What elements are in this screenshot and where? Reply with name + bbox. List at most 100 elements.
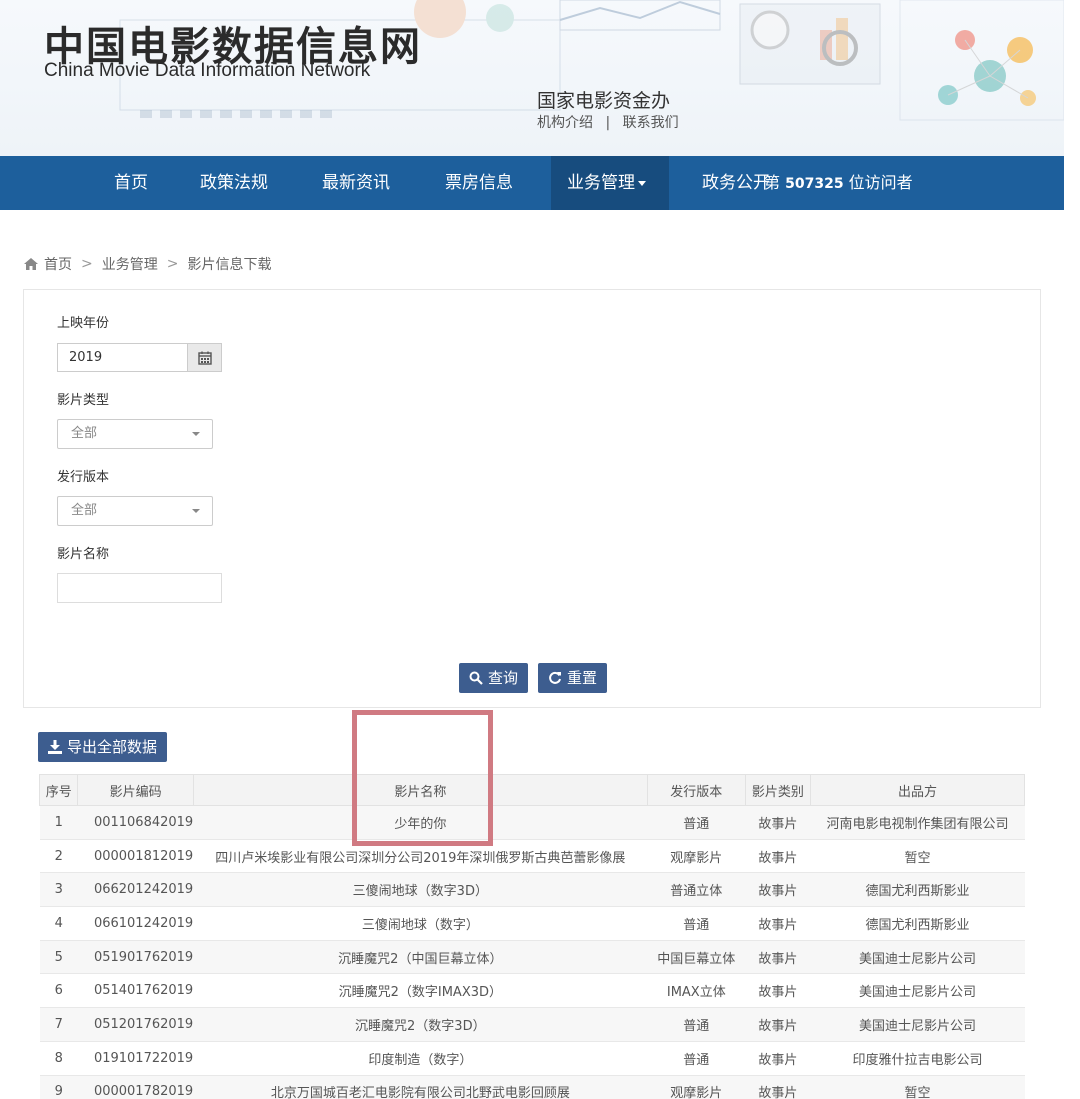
cell-version: 普通 (647, 1041, 746, 1076)
cell-version: 普通 (647, 1007, 746, 1042)
dropdown-arrow-icon (192, 432, 200, 436)
refresh-icon (549, 671, 561, 684)
cell-producer: 德国尤利西斯影业 (810, 906, 1025, 941)
reset-button-label: 重置 (567, 669, 598, 687)
export-all-button[interactable]: 导出全部数据 (38, 732, 168, 762)
cell-category: 故事片 (745, 940, 811, 975)
year-label: 上映年份 (57, 316, 110, 331)
version-select[interactable]: 全部 (57, 496, 213, 526)
cell-producer: 河南电影电视制作集团有限公司 (810, 805, 1025, 840)
cell-code: 051201762019 (77, 1007, 194, 1042)
cell-version: 观摩影片 (647, 1075, 746, 1099)
home-icon (24, 258, 38, 270)
cell-code: 000001782019 (77, 1075, 194, 1099)
cell-index: 6 (39, 973, 78, 1009)
cell-category: 故事片 (745, 1041, 811, 1076)
cell-version: 普通立体 (647, 872, 746, 908)
cell-index: 8 (39, 1041, 78, 1076)
site-logo-english[interactable]: China Movie Data Information Network (44, 60, 370, 82)
cell-category: 故事片 (745, 1007, 811, 1042)
cell-category: 故事片 (745, 906, 811, 941)
cell-version: 观摩影片 (647, 839, 746, 874)
film-name-input[interactable] (57, 573, 222, 603)
table-header-row: 序号 影片编码 影片名称 发行版本 影片类别 出品方 (38, 774, 1025, 806)
export-all-button-label: 导出全部数据 (67, 738, 158, 756)
table-row: 5 051901762019 沉睡魔咒2（中国巨幕立体） 中国巨幕立体 故事片 … (39, 940, 1025, 975)
calendar-button[interactable] (187, 343, 222, 372)
cell-producer: 暂空 (810, 1075, 1025, 1099)
cell-title: 三傻闹地球（数字3D） (193, 872, 648, 908)
reset-button[interactable]: 重置 (538, 663, 608, 693)
version-label: 发行版本 (57, 470, 110, 485)
nav-item-business[interactable]: 业务管理 (551, 156, 669, 210)
calendar-icon (197, 351, 212, 365)
org-link-contact[interactable]: 联系我们 (623, 112, 679, 132)
cell-version: 普通 (647, 906, 746, 941)
nav-item-news[interactable]: 最新资讯 (306, 156, 406, 210)
nav-item-boxoffice[interactable]: 票房信息 (429, 156, 529, 210)
table-row: 4 066101242019 三傻闹地球（数字） 普通 故事片 德国尤利西斯影业 (39, 906, 1025, 941)
cell-version: 普通 (647, 805, 746, 840)
col-header-code: 影片编码 (77, 774, 194, 806)
cell-category: 故事片 (745, 872, 811, 908)
cell-index: 7 (39, 1007, 78, 1042)
cell-category: 故事片 (745, 973, 811, 1009)
cell-index: 3 (39, 872, 78, 908)
org-links: 机构介绍 | 联系我们 (537, 112, 679, 132)
visitor-suffix: 位访问者 (848, 173, 913, 192)
cell-version: 中国巨幕立体 (647, 940, 746, 975)
year-input[interactable]: 2019 (57, 343, 188, 372)
org-name: 国家电影资金办 (537, 90, 671, 112)
table-row: 8 019101722019 印度制造（数字） 普通 故事片 印度雅什拉吉电影公… (39, 1041, 1025, 1076)
name-label: 影片名称 (57, 547, 110, 562)
breadcrumb-current: 影片信息下载 (187, 257, 272, 273)
query-button[interactable]: 查询 (459, 663, 529, 693)
cell-index: 9 (39, 1075, 78, 1099)
cell-category: 故事片 (745, 805, 811, 840)
cell-code: 066201242019 (77, 872, 194, 908)
cell-title: 沉睡魔咒2（中国巨幕立体） (193, 940, 648, 975)
cell-version: IMAX立体 (647, 973, 746, 1009)
col-header-producer: 出品方 (810, 774, 1025, 806)
table-row: 9 000001782019 北京万国城百老汇电影院有限公司北野武电影回顾展 观… (39, 1075, 1025, 1099)
type-select-value: 全部 (71, 426, 98, 441)
query-button-label: 查询 (488, 669, 519, 687)
cell-code: 051401762019 (77, 973, 194, 1009)
visitor-prefix: 第 (764, 173, 781, 192)
nav-item-policy[interactable]: 政策法规 (184, 156, 284, 210)
col-header-category: 影片类别 (744, 774, 812, 806)
cell-producer: 美国迪士尼影片公司 (810, 973, 1025, 1009)
type-select[interactable]: 全部 (57, 419, 213, 449)
col-header-index: 序号 (38, 774, 79, 806)
cell-title: 沉睡魔咒2（数字IMAX3D） (193, 973, 648, 1009)
cell-index: 1 (39, 805, 78, 840)
cell-index: 4 (39, 906, 78, 941)
breadcrumb-separator: > (166, 256, 179, 272)
cell-index: 2 (39, 839, 78, 874)
breadcrumb-home[interactable]: 首页 (44, 254, 72, 274)
nav-item-business-label: 业务管理 (567, 173, 635, 193)
org-link-about[interactable]: 机构介绍 (537, 112, 593, 132)
breadcrumb-business[interactable]: 业务管理 (102, 254, 158, 274)
cell-title: 三傻闹地球（数字） (193, 906, 648, 941)
cell-title: 印度制造（数字） (193, 1041, 648, 1076)
highlight-annotation-box (352, 710, 493, 846)
col-header-version: 发行版本 (646, 774, 746, 806)
cell-producer: 暂空 (810, 839, 1025, 874)
cell-producer: 印度雅什拉吉电影公司 (810, 1041, 1025, 1076)
table-row: 7 051201762019 沉睡魔咒2（数字3D） 普通 故事片 美国迪士尼影… (39, 1007, 1025, 1042)
chevron-down-icon (638, 180, 646, 186)
cell-code: 019101722019 (77, 1041, 194, 1076)
cell-code: 000001812019 (77, 839, 194, 874)
breadcrumb-separator: > (81, 256, 93, 272)
table-row: 2 000001812019 四川卢米埃影业有限公司深圳分公司2019年深圳俄罗… (39, 839, 1025, 874)
cell-category: 故事片 (745, 1075, 811, 1099)
version-select-value: 全部 (71, 503, 98, 518)
cell-category: 故事片 (745, 839, 811, 874)
cell-title: 沉睡魔咒2（数字3D） (193, 1007, 648, 1042)
cell-index: 5 (39, 940, 78, 975)
table-row: 1 001106842019 少年的你 普通 故事片 河南电影电视制作集团有限公… (39, 805, 1025, 840)
search-panel: 上映年份 2019 影片类型 全部 发行版本 全部 影片名称 查询 重置 (23, 289, 1041, 708)
cell-producer: 美国迪士尼影片公司 (810, 940, 1025, 975)
nav-item-home[interactable]: 首页 (98, 156, 164, 210)
